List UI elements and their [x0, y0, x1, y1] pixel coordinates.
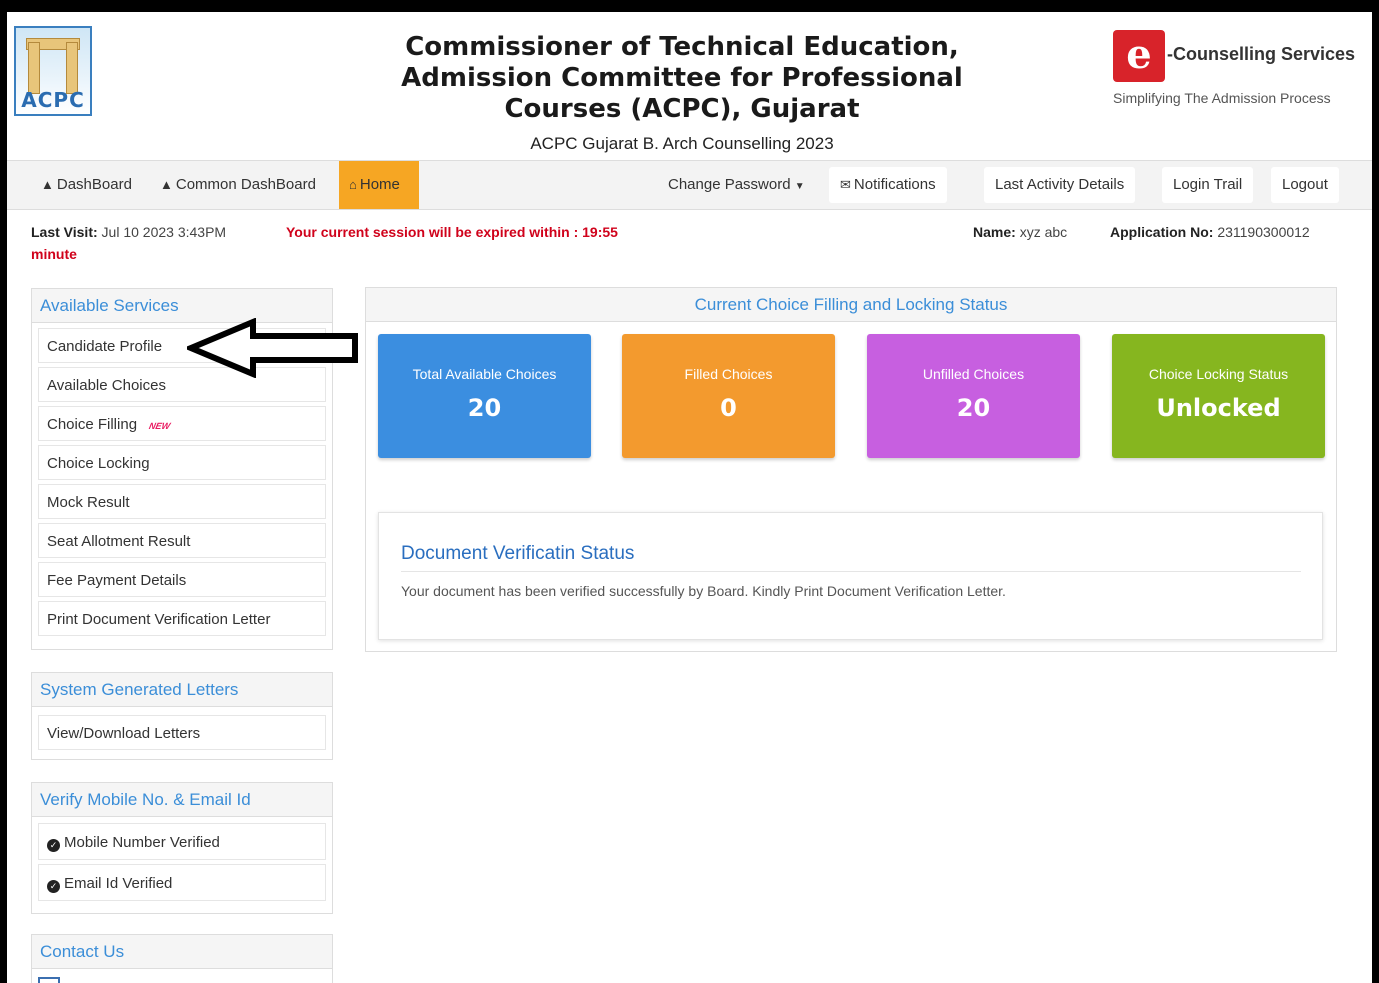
choice-status-panel: Current Choice Filling and Locking Statu…	[365, 287, 1337, 652]
logo-text: ACPC	[21, 88, 85, 112]
application-number: Application No: 231190300012	[1110, 224, 1310, 240]
contact-icon	[38, 977, 60, 983]
tile-label: Unfilled Choices	[922, 366, 1025, 382]
contact-title: Contact Us	[32, 935, 332, 969]
service-fee-payment-details[interactable]: Fee Payment Details	[38, 562, 326, 597]
new-badge: NEW	[148, 421, 172, 431]
caret-down-icon: ▼	[794, 181, 805, 192]
choice-status-title: Current Choice Filling and Locking Statu…	[366, 288, 1336, 322]
dashboard-icon: ▲	[160, 177, 173, 192]
document-verification-title: Document Verificatin Status	[401, 543, 1301, 572]
e-logo-icon: e	[1113, 30, 1165, 82]
nav-change-password[interactable]: Change Password ▼	[668, 167, 805, 203]
last-visit-label: Last Visit:	[31, 224, 98, 240]
mobile-verified-label: Mobile Number Verified	[64, 834, 220, 851]
page-subtitle: ACPC Gujarat B. Arch Counselling 2023	[530, 134, 834, 153]
nav-dashboard[interactable]: ▲ DashBoard	[31, 161, 142, 209]
service-label: Candidate Profile	[47, 338, 163, 355]
session-timer: Your current session will be expired wit…	[286, 224, 618, 240]
document-verification-text: Your document has been verified successf…	[401, 583, 1006, 599]
nav-home[interactable]: ⌂ Home	[339, 161, 419, 209]
tile-value: 20	[956, 394, 991, 422]
last-visit: Last Visit: Jul 10 2023 3:43PM	[31, 224, 226, 240]
app-value: 231190300012	[1217, 224, 1310, 240]
letters-label: View/Download Letters	[47, 725, 201, 742]
nav-logout-label: Logout	[1282, 176, 1328, 193]
nav-login-trail-label: Login Trail	[1173, 176, 1243, 193]
envelope-icon: ✉	[840, 177, 851, 192]
view-download-letters[interactable]: View/Download Letters	[38, 715, 326, 750]
name-value: xyz abc	[1019, 224, 1068, 240]
session-unit: minute	[31, 246, 77, 262]
letters-title: System Generated Letters	[32, 673, 332, 707]
tile-locking-status: Choice Locking Status Unlocked	[1112, 334, 1325, 458]
app-label: Application No:	[1110, 224, 1214, 240]
tile-unfilled-choices: Unfilled Choices 20	[867, 334, 1080, 458]
brand-tagline: Simplifying The Admission Process	[1113, 90, 1331, 106]
service-print-verification-letter[interactable]: Print Document Verification Letter	[38, 601, 326, 636]
email-verified-label: Email Id Verified	[64, 875, 173, 892]
tile-label: Total Available Choices	[412, 366, 557, 382]
title-line-3: Courses (ACPC), Gujarat	[504, 94, 860, 124]
service-seat-allotment-result[interactable]: Seat Allotment Result	[38, 523, 326, 558]
verify-panel: Verify Mobile No. & Email Id ✓ Mobile Num…	[31, 782, 333, 914]
tile-label: Filled Choices	[684, 366, 773, 382]
service-choice-filling[interactable]: Choice Filling NEW	[38, 406, 326, 441]
candidate-name: Name: xyz abc	[973, 224, 1067, 240]
title-line-2: Admission Committee for Professional	[401, 63, 963, 93]
service-label: Choice Filling	[47, 416, 138, 433]
nav-home-label: Home	[359, 176, 400, 193]
nav-notifications[interactable]: ✉ Notifications	[829, 167, 947, 203]
mobile-verified: ✓ Mobile Number Verified	[38, 823, 326, 860]
nav-login-trail[interactable]: Login Trail	[1162, 167, 1254, 203]
page-frame: ACPC Commissioner of Technical Education…	[7, 12, 1372, 983]
service-mock-result[interactable]: Mock Result	[38, 484, 326, 519]
check-circle-icon: ✓	[47, 839, 60, 852]
last-visit-value: Jul 10 2023 3:43PM	[101, 224, 227, 240]
letters-panel: System Generated Letters View/Download L…	[31, 672, 333, 760]
nav-dashboard-label: DashBoard	[56, 176, 132, 193]
service-label: Mock Result	[47, 494, 130, 511]
verify-title: Verify Mobile No. & Email Id	[32, 783, 332, 817]
service-label: Available Choices	[47, 377, 166, 394]
tile-filled-choices: Filled Choices 0	[622, 334, 835, 458]
nav-last-activity-label: Last Activity Details	[995, 176, 1125, 193]
page-title: Commissioner of Technical Education, Adm…	[377, 32, 987, 125]
title-line-1: Commissioner of Technical Education,	[405, 32, 959, 62]
pointer-arrow-icon	[187, 318, 358, 378]
service-choice-locking[interactable]: Choice Locking	[38, 445, 326, 480]
service-label: Seat Allotment Result	[47, 533, 191, 550]
acpc-logo: ACPC	[14, 26, 92, 116]
document-verification-box: Document Verificatin Status Your documen…	[378, 512, 1323, 640]
tile-value: Unlocked	[1156, 394, 1281, 422]
nav-last-activity[interactable]: Last Activity Details	[984, 167, 1136, 203]
tile-value: 0	[720, 394, 737, 422]
nav-change-password-label: Change Password	[668, 176, 791, 193]
contact-panel: Contact Us	[31, 934, 333, 983]
home-icon: ⌂	[349, 177, 357, 192]
check-circle-icon: ✓	[47, 880, 60, 893]
nav-common-dashboard[interactable]: ▲ Common DashBoard	[150, 161, 326, 209]
service-label: Fee Payment Details	[47, 572, 187, 589]
service-label: Print Document Verification Letter	[47, 611, 271, 628]
tile-total-choices: Total Available Choices 20	[378, 334, 591, 458]
tile-value: 20	[467, 394, 502, 422]
nav-common-dashboard-label: Common DashBoard	[175, 176, 316, 193]
service-label: Choice Locking	[47, 455, 150, 472]
tile-label: Choice Locking Status	[1148, 366, 1289, 382]
brand-name: -Counselling Services	[1167, 44, 1356, 64]
name-label: Name:	[973, 224, 1016, 240]
top-navbar: ▲ DashBoard ▲ Common DashBoard ⌂ Home Chang…	[7, 160, 1372, 210]
email-verified: ✓ Email Id Verified	[38, 864, 326, 901]
nav-notifications-label: Notifications	[853, 176, 936, 193]
brand-logo: e -Counselling Services Simplifying The …	[1113, 30, 1358, 110]
dashboard-icon: ▲	[41, 177, 54, 192]
nav-logout[interactable]: Logout	[1271, 167, 1339, 203]
